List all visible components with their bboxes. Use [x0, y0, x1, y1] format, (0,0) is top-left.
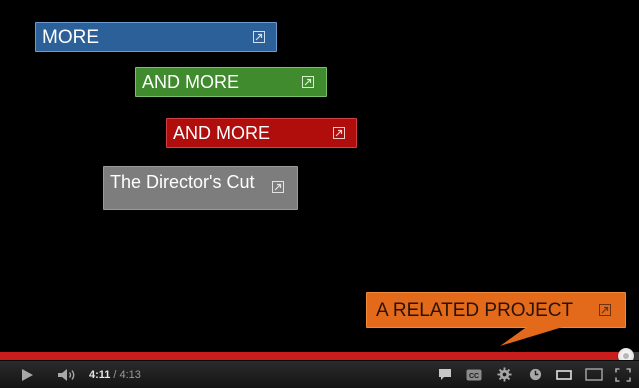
progress-played [0, 352, 626, 360]
annotation-directors-cut-link[interactable]: The Director's Cut [103, 166, 298, 210]
annotation-related-project-link[interactable]: A RELATED PROJECT [366, 292, 626, 328]
svg-text:CC: CC [469, 373, 479, 380]
annotation-and-more-red-link[interactable]: AND MORE [166, 118, 357, 148]
large-player-icon [585, 368, 603, 381]
annotation-label: AND MORE [173, 123, 271, 143]
video-area[interactable]: MORE AND MORE AND MORE The Director's Cu… [0, 0, 639, 352]
fullscreen-icon [615, 367, 631, 382]
annotation-label: MORE [42, 27, 99, 48]
fullscreen-button[interactable] [611, 361, 635, 388]
annotations-icon [439, 369, 451, 380]
gear-icon [496, 367, 512, 382]
external-link-icon [253, 31, 265, 43]
annotation-label: The Director's Cut [110, 172, 255, 192]
annotation-label: A RELATED PROJECT [376, 300, 574, 321]
play-button[interactable] [14, 361, 40, 388]
small-player-button[interactable] [553, 361, 575, 388]
speech-bubble-tail [500, 326, 566, 346]
external-link-icon [599, 304, 611, 316]
small-player-icon [556, 369, 572, 380]
annotation-label: AND MORE [142, 72, 240, 92]
time-separator: / [113, 368, 117, 381]
external-link-icon [302, 76, 314, 88]
watch-later-icon [529, 368, 541, 381]
captions-icon: CC [466, 369, 482, 380]
total-duration: 4:13 [119, 368, 141, 381]
annotations-toggle-button[interactable] [434, 361, 456, 388]
external-link-icon [272, 181, 284, 193]
time-display: 4:11 / 4:13 [89, 361, 141, 388]
progress-bar[interactable] [0, 348, 639, 364]
current-time: 4:11 [89, 368, 111, 381]
play-icon [22, 368, 33, 381]
player-control-bar: 4:11 / 4:13 CC [0, 360, 639, 388]
volume-icon [58, 368, 75, 381]
settings-button[interactable] [493, 361, 515, 388]
captions-button[interactable]: CC [463, 361, 485, 388]
annotation-more-link[interactable]: MORE [35, 22, 277, 52]
annotation-and-more-green-link[interactable]: AND MORE [135, 67, 327, 97]
watch-later-button[interactable] [524, 361, 546, 388]
large-player-button[interactable] [583, 361, 605, 388]
volume-button[interactable] [54, 361, 80, 388]
external-link-icon [333, 127, 345, 139]
